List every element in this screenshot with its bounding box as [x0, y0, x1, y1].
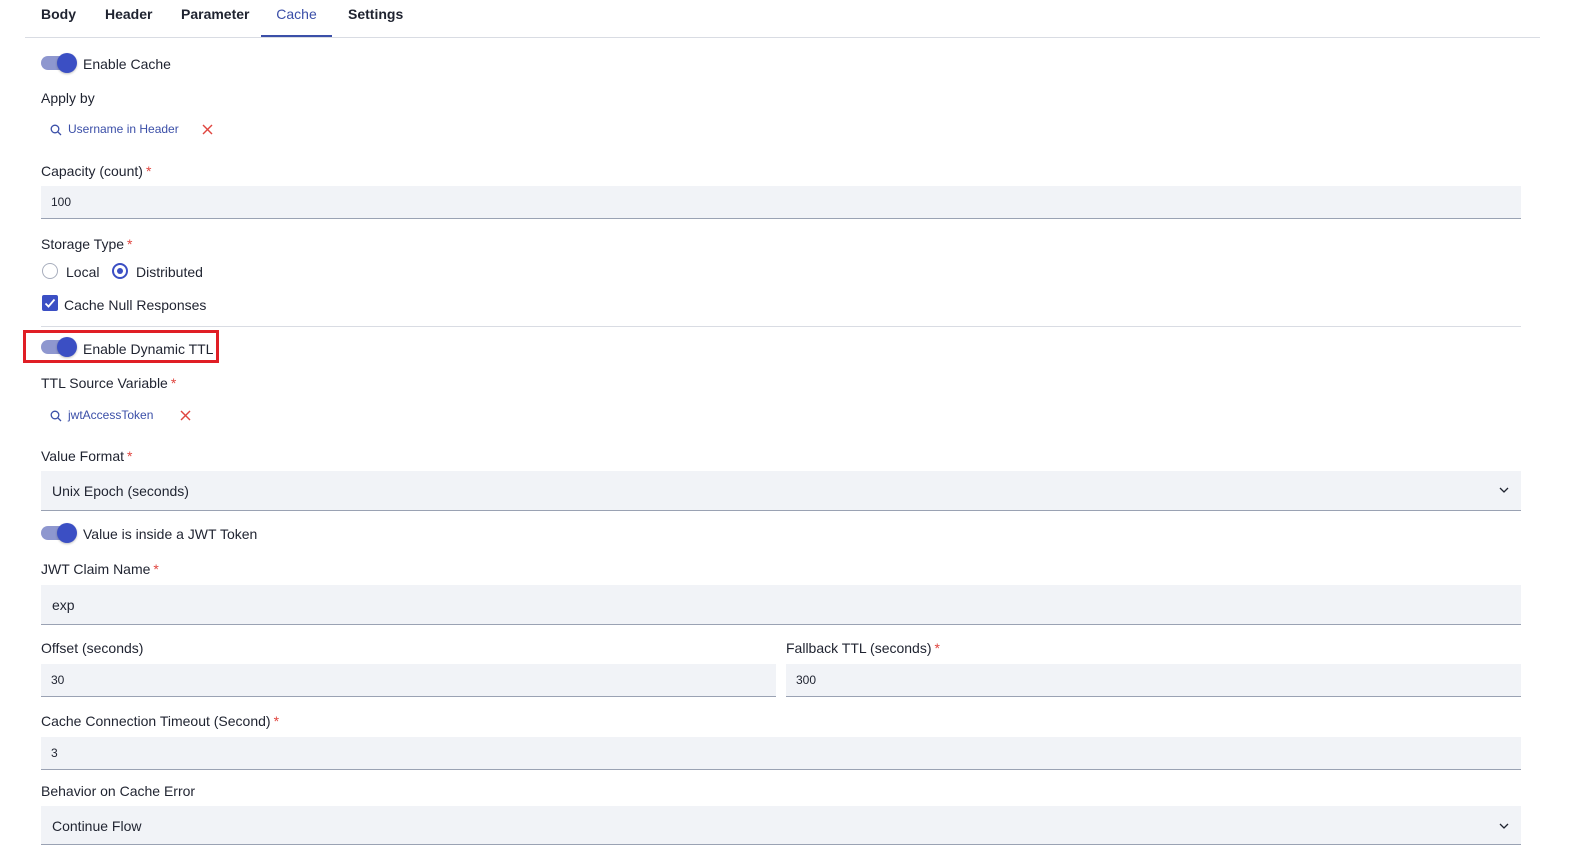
section-divider — [41, 326, 1521, 327]
remove-ttl-source-icon[interactable] — [180, 410, 191, 421]
checkmark-icon — [44, 298, 56, 308]
jwt-claim-label: JWT Claim Name * — [41, 561, 159, 577]
storage-local-radio[interactable] — [42, 263, 58, 279]
ttl-source-chip[interactable]: jwtAccessToken — [50, 405, 153, 425]
tab-body[interactable]: Body — [41, 0, 76, 36]
tab-bar: Body Header Parameter Cache Settings — [25, 0, 1540, 38]
capacity-input[interactable]: 100 — [41, 186, 1521, 219]
ttl-source-label: TTL Source Variable * — [41, 375, 177, 391]
value-format-select[interactable]: Unix Epoch (seconds) — [41, 471, 1521, 511]
connection-timeout-input[interactable]: 3 — [41, 737, 1521, 770]
apply-by-value: Username in Header — [68, 122, 179, 136]
remove-apply-by-icon[interactable] — [202, 124, 213, 135]
tab-header[interactable]: Header — [105, 0, 152, 36]
capacity-label: Capacity (count) * — [41, 163, 152, 179]
dynamic-ttl-toggle[interactable] — [41, 337, 78, 357]
cache-error-select[interactable]: Continue Flow — [41, 806, 1521, 845]
connection-timeout-label: Cache Connection Timeout (Second) * — [41, 713, 280, 729]
fallback-ttl-label: Fallback TTL (seconds) * — [786, 640, 940, 656]
enable-cache-label: Enable Cache — [83, 56, 171, 72]
tab-parameter[interactable]: Parameter — [181, 0, 250, 36]
storage-local-label: Local — [66, 264, 100, 280]
tab-cache[interactable]: Cache — [261, 0, 332, 37]
apply-by-chip[interactable]: Username in Header — [50, 119, 179, 139]
cache-error-label: Behavior on Cache Error — [41, 783, 196, 799]
jwt-claim-input[interactable]: exp — [41, 585, 1521, 625]
search-icon — [50, 410, 62, 422]
ttl-source-value: jwtAccessToken — [68, 408, 154, 422]
offset-label: Offset (seconds) — [41, 640, 144, 656]
storage-type-label: Storage Type * — [41, 236, 133, 252]
chevron-down-icon — [1499, 487, 1509, 493]
storage-distributed-radio[interactable] — [112, 263, 128, 279]
cache-null-checkbox[interactable] — [42, 295, 58, 311]
storage-distributed-label: Distributed — [136, 264, 203, 280]
jwt-token-label: Value is inside a JWT Token — [83, 526, 258, 542]
jwt-token-toggle[interactable] — [41, 523, 78, 543]
cache-null-label: Cache Null Responses — [64, 297, 207, 313]
offset-input[interactable]: 30 — [41, 664, 776, 697]
apply-by-label: Apply by — [41, 90, 95, 106]
value-format-label: Value Format * — [41, 448, 133, 464]
fallback-ttl-input[interactable]: 300 — [786, 664, 1521, 697]
enable-cache-toggle[interactable] — [41, 53, 78, 73]
search-icon — [50, 124, 62, 136]
chevron-down-icon — [1499, 823, 1509, 829]
dynamic-ttl-label: Enable Dynamic TTL — [83, 341, 214, 357]
tab-settings[interactable]: Settings — [348, 0, 403, 36]
